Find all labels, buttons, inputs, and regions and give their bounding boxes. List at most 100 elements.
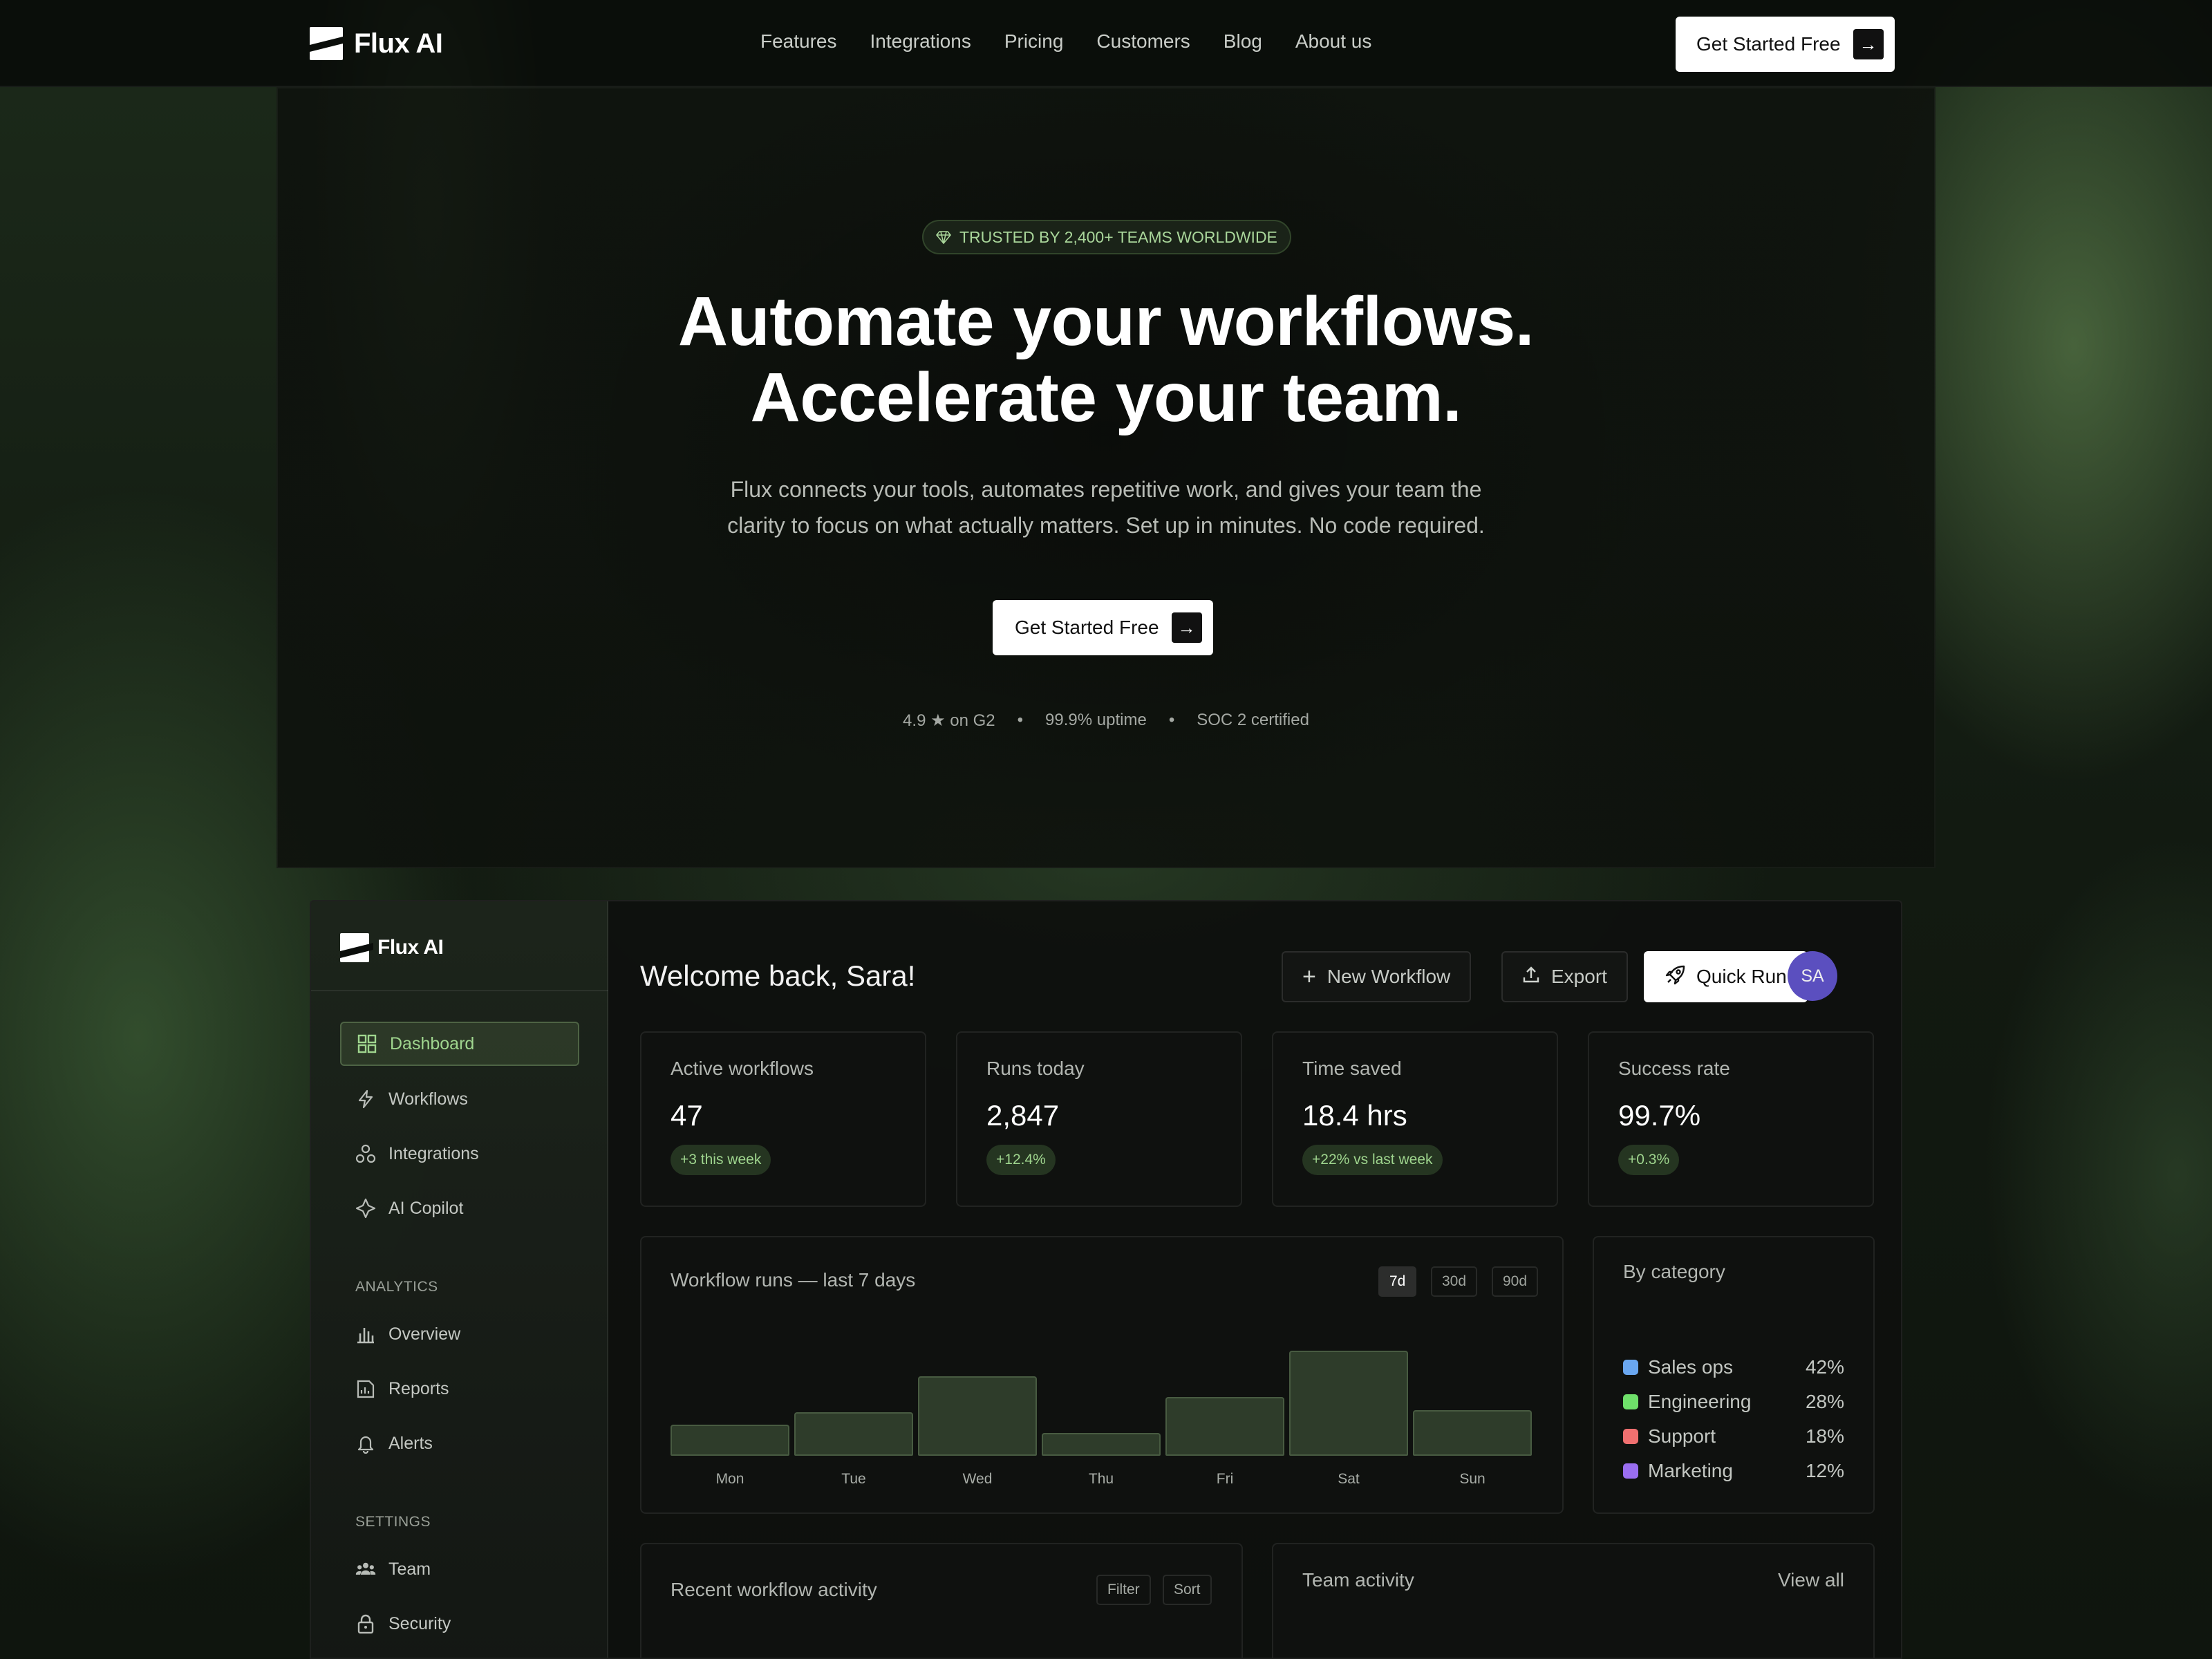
kpi-value: 18.4 hrs [1302,1099,1407,1132]
rocket-icon [1665,964,1687,991]
soc2-text: SOC 2 certified [1197,711,1309,729]
chart-title: Workflow runs — last 7 days [671,1269,916,1291]
sidebar-brand-name: Flux AI [377,936,444,959]
export-button[interactable]: Export [1501,951,1628,1002]
recent-activity-card: Recent workflow activity Filter Sort [640,1543,1243,1658]
hero-trust-metrics: 4.9 ★ on G2 • 99.9% uptime • SOC 2 certi… [0,711,2212,731]
upload-icon [1522,966,1540,988]
sort-button[interactable]: Sort [1163,1575,1212,1605]
sidebar-brand[interactable]: Flux AI [340,933,444,962]
sidebar-item-label: Integrations [388,1143,479,1163]
nav-link-blog[interactable]: Blog [1224,30,1262,53]
bar-sun[interactable] [1413,1410,1532,1456]
arrow-right-icon: → [1853,29,1884,59]
range-30d[interactable]: 30d [1431,1266,1478,1297]
sidebar-item-security[interactable]: Security [340,1602,579,1646]
hero-subtitle-line2: clarity to focus on what actually matter… [727,513,1485,538]
arrow-right-icon: → [1171,612,1202,643]
diamond-icon [936,231,951,245]
hero-get-started-button[interactable]: Get Started Free → [993,600,1213,655]
hero-title-line2: Accelerate your team. [750,359,1462,436]
category-title: By category [1623,1261,1725,1282]
bar-mon[interactable] [671,1425,789,1456]
legend-swatch [1623,1360,1638,1375]
kpi-value: 47 [671,1099,703,1132]
nav-link-about[interactable]: About us [1295,30,1372,53]
logo-icon [310,27,343,60]
nav-link-features[interactable]: Features [760,30,837,53]
sidebar-item-label: Team [388,1559,431,1579]
kpi-delta-badge: +12.4% [986,1145,1056,1175]
nav-links: Features Integrations Pricing Customers … [760,30,1371,53]
sidebar-item-team[interactable]: Team [340,1547,579,1591]
sidebar-item-label: Reports [388,1378,449,1398]
bar-label: Sat [1338,1471,1360,1487]
lock-icon [355,1613,376,1634]
sidebar-item-label: Alerts [388,1433,433,1453]
nav-link-pricing[interactable]: Pricing [1004,30,1064,53]
separator-dot: • [1168,711,1175,729]
integrations-icon [355,1143,376,1164]
category-row-engineering: Engineering 28% [1623,1391,1844,1413]
kpi-value: 2,847 [986,1099,1060,1132]
sidebar-item-reports[interactable]: Reports [340,1367,579,1411]
category-pct: 18% [1805,1425,1844,1447]
bar-label: Thu [1088,1471,1114,1487]
sidebar-item-overview[interactable]: Overview [340,1312,579,1356]
range-7d[interactable]: 7d [1378,1266,1417,1297]
bar-label: Wed [962,1471,993,1487]
nav-link-integrations[interactable]: Integrations [870,30,971,53]
sidebar-item-integrations[interactable]: Integrations [340,1132,579,1176]
filter-button[interactable]: Filter [1096,1575,1151,1605]
rating-text: 4.9 ★ on G2 [903,711,995,730]
workflow-runs-chart-card: Workflow runs — last 7 days 7d 30d 90d M… [640,1236,1564,1514]
kpi-value: 99.7% [1618,1099,1701,1132]
dashboard-preview: Flux AI Dashboard Workflows Integrations [310,900,1902,1659]
range-90d[interactable]: 90d [1492,1266,1539,1297]
bar-fri[interactable] [1165,1397,1284,1456]
sidebar-item-label: Workflows [388,1089,468,1109]
dashboard-sidebar: Flux AI Dashboard Workflows Integrations [311,901,608,1658]
bar-label: Sun [1459,1471,1485,1487]
hero-title-line1: Automate your workflows. [677,283,1535,360]
kpi-delta-badge: +3 this week [671,1145,771,1175]
kpi-delta-badge: +22% vs last week [1302,1145,1443,1175]
nav-get-started-button[interactable]: Get Started Free → [1676,17,1895,72]
sidebar-section-analytics: ANALYTICS [355,1279,438,1295]
nav-link-customers[interactable]: Customers [1096,30,1190,53]
kpi-label: Runs today [986,1058,1085,1079]
category-label: Engineering [1648,1391,1752,1412]
new-workflow-label: New Workflow [1327,966,1451,987]
kpi-label: Time saved [1302,1058,1402,1079]
sidebar-item-dashboard[interactable]: Dashboard [340,1022,579,1066]
bar-wed[interactable] [918,1376,1037,1456]
bar-label: Fri [1216,1471,1234,1487]
sidebar-item-label: Dashboard [390,1033,475,1053]
new-workflow-button[interactable]: + New Workflow [1282,951,1472,1002]
grid-icon [357,1033,377,1054]
brand-name: Flux AI [354,28,443,59]
export-label: Export [1551,966,1607,987]
sidebar-item-alerts[interactable]: Alerts [340,1421,579,1465]
category-pct: 12% [1805,1460,1844,1481]
sidebar-item-ai-copilot[interactable]: AI Copilot [340,1186,579,1230]
bar-tue[interactable] [794,1412,913,1456]
view-all-link[interactable]: View all [1778,1569,1844,1591]
kpi-card-active-workflows: Active workflows 47 +3 this week [640,1031,926,1207]
team-activity-title: Team activity [1302,1569,1414,1591]
bar-label: Tue [841,1471,866,1487]
bar-thu[interactable] [1042,1433,1161,1456]
brand-logo[interactable]: Flux AI [310,27,443,60]
avatar[interactable]: SA [1788,951,1837,1001]
kpi-label: Active workflows [671,1058,814,1079]
sidebar-item-workflows[interactable]: Workflows [340,1077,579,1121]
quick-run-button[interactable]: Quick Run [1644,951,1808,1002]
sidebar-item-label: AI Copilot [388,1198,464,1218]
category-label: Support [1648,1425,1716,1447]
kpi-card-time-saved: Time saved 18.4 hrs +22% vs last week [1272,1031,1558,1207]
welcome-heading: Welcome back, Sara! [640,959,916,992]
kpi-delta-badge: +0.3% [1618,1145,1680,1175]
kpi-label: Success rate [1618,1058,1730,1079]
bar-sat[interactable] [1289,1351,1408,1456]
legend-swatch [1623,1429,1638,1444]
